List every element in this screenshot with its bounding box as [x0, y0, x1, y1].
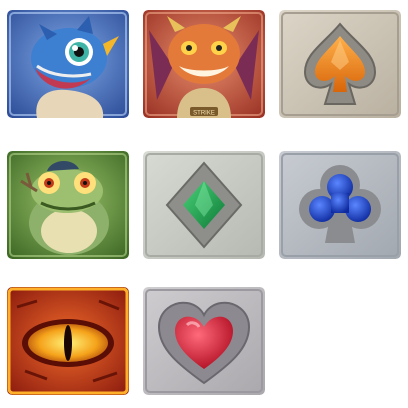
diamond-symbol-tile[interactable]: [143, 151, 265, 259]
orange-dragon-symbol-tile[interactable]: STRIKE: [143, 10, 265, 118]
blue-baby-dragon-icon: [7, 10, 129, 118]
heart-symbol-tile[interactable]: [143, 287, 265, 395]
diamond-icon: [143, 151, 265, 259]
strike-badge-text: STRIKE: [193, 111, 215, 117]
spade-symbol-tile[interactable]: [279, 10, 401, 118]
club-icon: [279, 151, 401, 259]
blue-dragon-symbol-tile[interactable]: [7, 10, 129, 118]
frog-creature-icon: [7, 151, 129, 259]
frog-symbol-tile[interactable]: [7, 151, 129, 259]
club-symbol-tile[interactable]: [279, 151, 401, 259]
heart-icon: [143, 287, 265, 395]
spade-icon: [279, 10, 401, 118]
dragon-eye-icon: [7, 287, 129, 395]
orange-dragon-icon: STRIKE: [143, 10, 265, 118]
dragon-eye-symbol-tile[interactable]: [7, 287, 129, 395]
